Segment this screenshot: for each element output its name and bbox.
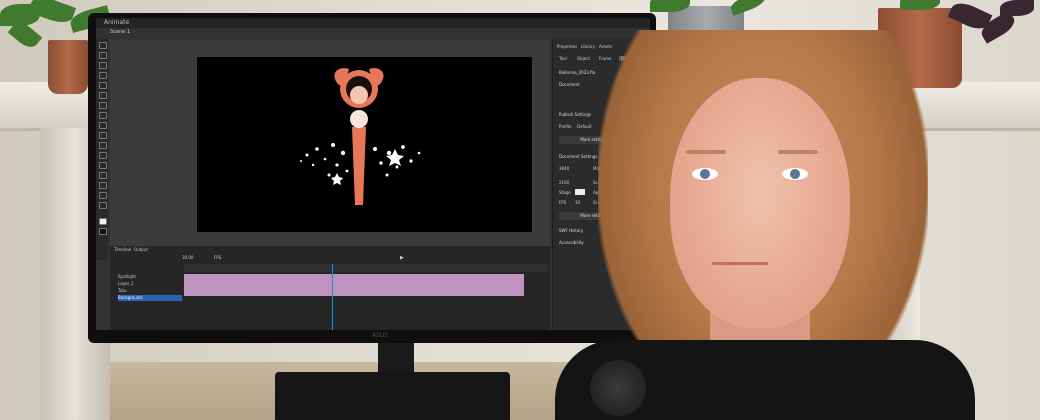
tab-library[interactable]: Library [581, 44, 595, 49]
stage-color-swatch[interactable] [575, 189, 585, 195]
free-transform-icon[interactable] [99, 62, 107, 69]
tab-tool[interactable]: Tool [559, 56, 567, 61]
profile-label: Profile [559, 124, 572, 129]
scene-selector[interactable]: Scene 1 [110, 29, 130, 35]
left-eye [692, 168, 718, 180]
person-face [670, 78, 850, 328]
height-field[interactable]: 2160 [559, 180, 569, 185]
tab-properties[interactable]: Properties [557, 44, 577, 49]
plant-pot [48, 40, 88, 94]
rectangle-tool-icon[interactable] [99, 102, 107, 109]
pencil-tool-icon[interactable] [99, 122, 107, 129]
zoom-tool-icon[interactable] [99, 202, 107, 209]
playhead[interactable] [332, 264, 333, 330]
hand-tool-icon[interactable] [99, 192, 107, 199]
layer-row[interactable]: Spotlight [118, 274, 182, 280]
subselection-tool-icon[interactable] [99, 52, 107, 59]
fps-readout[interactable]: 30.00 [182, 255, 193, 260]
camera-tool-icon[interactable] [99, 182, 107, 189]
lasso-tool-icon[interactable] [99, 72, 107, 79]
text-tool-icon[interactable] [99, 132, 107, 139]
tab-output[interactable]: Output [134, 247, 148, 252]
animate-app-screen: Animate Scene 1 Properties Library Tool … [96, 18, 650, 330]
fill-color-swatch[interactable] [99, 228, 107, 235]
layer-row[interactable]: Layer_2 [118, 281, 182, 287]
lapel-microphone [590, 360, 646, 416]
play-icon[interactable]: ▶ [400, 255, 404, 261]
frame-span[interactable] [184, 274, 524, 296]
person-mouth [712, 262, 768, 275]
frame-ruler[interactable] [184, 264, 548, 272]
eraser-icon[interactable] [99, 172, 107, 179]
document-label: Document [559, 82, 580, 87]
tab-timeline[interactable]: Timeline [114, 247, 131, 252]
layer-row[interactable]: Tutu [118, 288, 182, 294]
width-field[interactable]: 3840 [559, 166, 569, 171]
oval-tool-icon[interactable] [99, 112, 107, 119]
stage[interactable] [197, 57, 532, 232]
swf-history-header[interactable]: SWF History [559, 228, 583, 233]
scene-bar: Scene 1 [104, 29, 638, 38]
paint-bucket-icon[interactable] [99, 152, 107, 159]
stroke-color-swatch[interactable] [99, 218, 107, 225]
fps-label: FPS [559, 200, 567, 205]
right-eyebrow [778, 150, 818, 154]
document-filename: Ballerina_2023.fla [559, 70, 596, 75]
ballerina-illustration [300, 68, 421, 205]
monitor-stand [378, 342, 414, 376]
profile-select[interactable]: Default [577, 124, 592, 129]
accessibility-header[interactable]: Accessibility [559, 240, 584, 245]
tools-panel [96, 38, 108, 260]
monitor-stand-base [275, 372, 510, 420]
app-title: Animate [104, 19, 130, 26]
layer-row-selected[interactable]: Background [118, 295, 182, 301]
timeline-controls: 30.00 FPS ▶ [110, 255, 550, 263]
tab-object[interactable]: Object [577, 56, 590, 61]
selection-tool-icon[interactable] [99, 42, 107, 49]
fps-unit: FPS [214, 255, 222, 260]
pen-tool-icon[interactable] [99, 82, 107, 89]
bone-tool-icon[interactable] [99, 142, 107, 149]
fps-field[interactable]: 30 [575, 200, 580, 205]
app-titlebar: Animate [96, 18, 650, 28]
document-settings-header[interactable]: Document Settings [559, 154, 597, 159]
brush-tool-icon[interactable] [99, 92, 107, 99]
right-eye [782, 168, 808, 180]
publish-settings-header[interactable]: Publish Settings [559, 112, 591, 117]
eyedropper-icon[interactable] [99, 162, 107, 169]
monitor-logo: ASUS [371, 332, 389, 339]
left-eyebrow [686, 150, 726, 154]
stage-label: Stage [559, 190, 571, 195]
timeline-panel: Timeline Output 30.00 FPS ▶ Spotlight La… [110, 246, 550, 330]
